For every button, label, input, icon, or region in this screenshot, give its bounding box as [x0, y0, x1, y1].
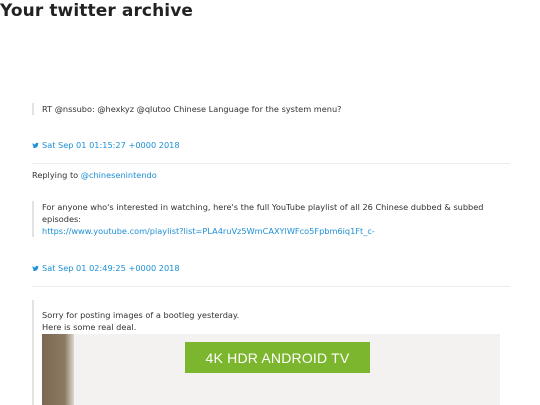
tweet-image[interactable]: 4K HDR ANDROID TV	[42, 334, 500, 405]
tweet-divider	[32, 286, 510, 287]
tweet-timestamp: Sat Sep 01 02:49:25 +0000 2018	[42, 263, 180, 273]
tweet-timestamp-link[interactable]: Sat Sep 01 02:49:25 +0000 2018	[32, 263, 180, 273]
twitter-bird-icon	[32, 265, 39, 271]
twitter-bird-icon	[32, 142, 39, 148]
tweet-timestamp: Sat Sep 01 01:15:27 +0000 2018	[42, 140, 180, 150]
tweet-link[interactable]: https://www.youtube.com/playlist?list=PL…	[42, 225, 508, 237]
tweet-text: For anyone who's interested in watching,…	[42, 202, 484, 224]
reply-line: Replying to @chinesenintendo	[32, 170, 157, 180]
reply-to-link[interactable]: @chinesenintendo	[81, 170, 157, 180]
reply-prefix: Replying to	[32, 170, 81, 180]
tweet-timestamp-link[interactable]: Sat Sep 01 01:15:27 +0000 2018	[32, 140, 180, 150]
image-banner-text: 4K HDR ANDROID TV	[185, 342, 370, 373]
tweet-body: RT @nssubo: @hexkyz @qlutoo Chinese Lang…	[32, 103, 508, 115]
tweet-body: For anyone who's interested in watching,…	[32, 201, 508, 237]
tweet-text: RT @nssubo: @hexkyz @qlutoo Chinese Lang…	[42, 104, 342, 114]
tweet-divider	[32, 163, 510, 164]
tweet-text: Sorry for posting images of a bootleg ye…	[42, 310, 240, 332]
page-title: Your twitter archive	[0, 1, 194, 21]
